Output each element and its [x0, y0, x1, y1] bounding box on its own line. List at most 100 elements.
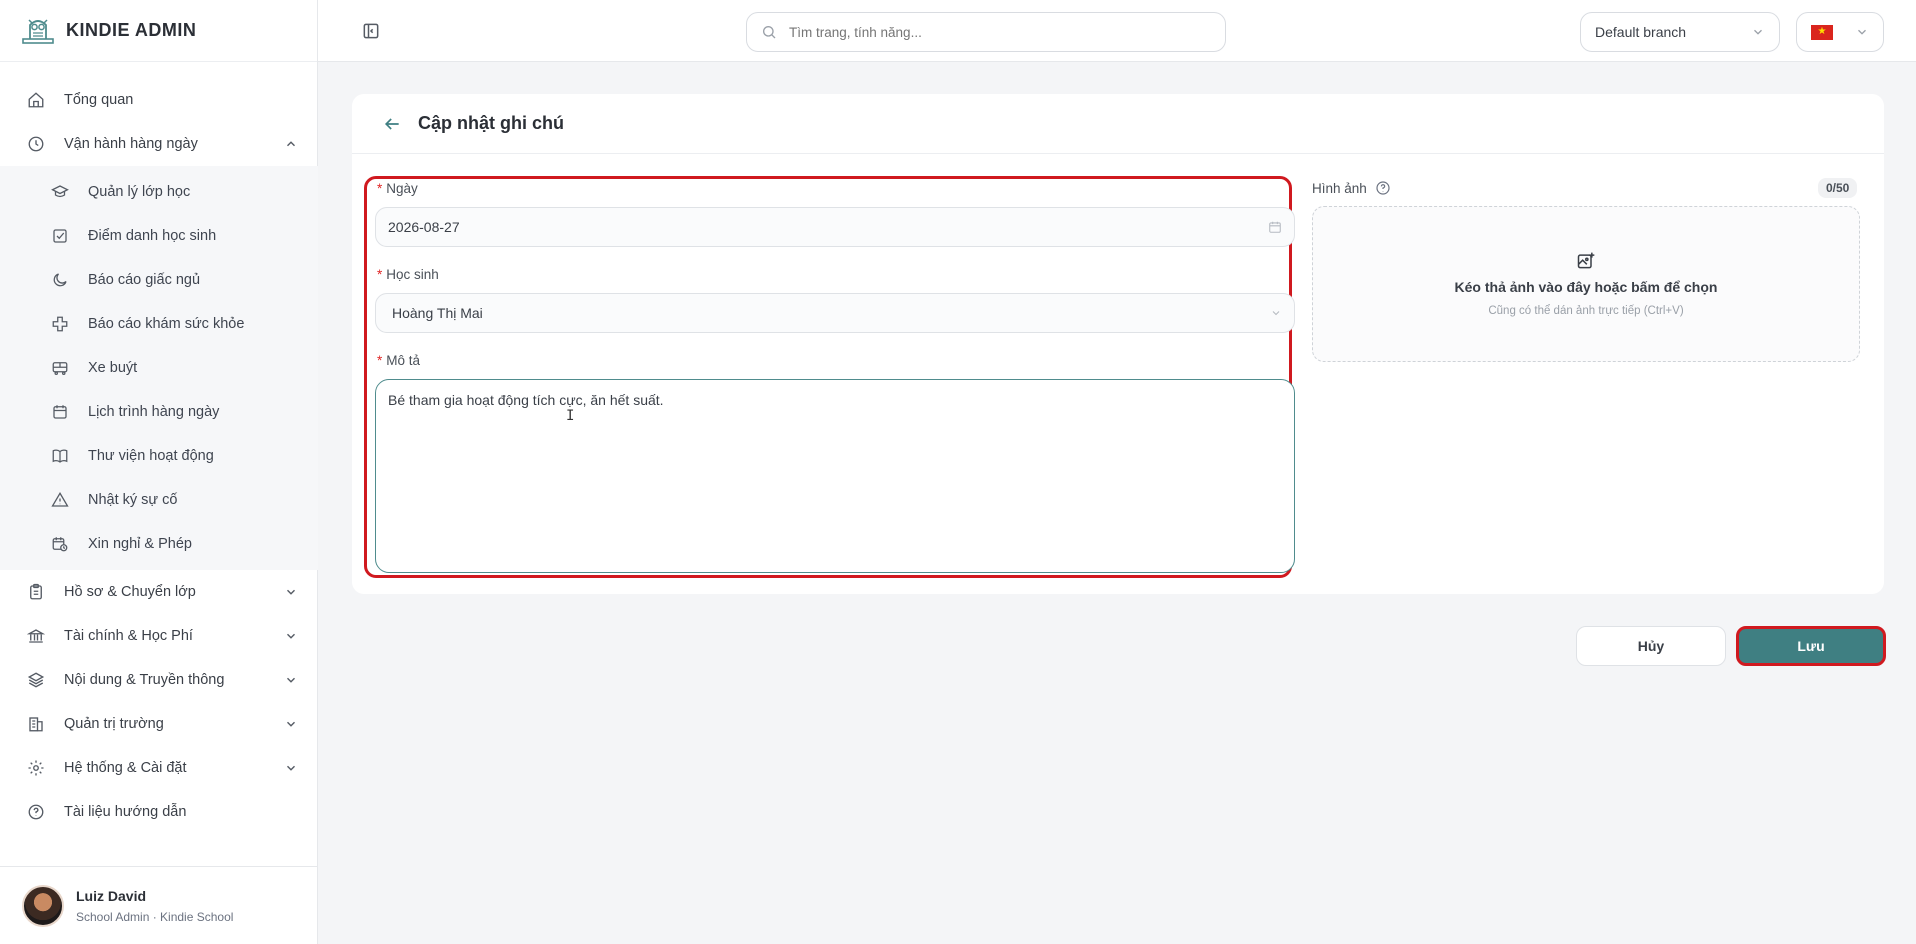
search-box[interactable] [746, 12, 1226, 52]
sidebar-item-daily-operations[interactable]: Vận hành hàng ngày [0, 122, 318, 166]
sidebar-item-attendance[interactable]: Điểm danh học sinh [0, 214, 318, 258]
student-label: * Học sinh [377, 267, 439, 282]
chevron-up-icon [287, 141, 295, 147]
images-label: Hình ảnh [1312, 180, 1391, 196]
sidebar-item-documentation[interactable]: Tài liệu hướng dẫn [0, 790, 318, 834]
bus-icon [50, 358, 70, 378]
vietnam-flag-icon: ★ [1811, 24, 1833, 40]
topbar: Default branch ★ [318, 0, 1916, 62]
calendar-clock-icon [50, 534, 70, 554]
sidebar-item-school-admin[interactable]: Quản trị trường [0, 702, 318, 746]
required-marker: * [377, 267, 383, 282]
sidebar-item-system-settings[interactable]: Hệ thống & Cài đặt [0, 746, 318, 790]
clock-icon [26, 134, 46, 154]
sidebar-item-records-transfer[interactable]: Hồ sơ & Chuyển lớp [0, 570, 318, 614]
sidebar-item-health-report[interactable]: Báo cáo khám sức khỏe [0, 302, 318, 346]
sidebar-item-content-media[interactable]: Nội dung & Truyền thông [0, 658, 318, 702]
sidebar-toggle-icon[interactable] [361, 21, 381, 41]
sidebar-item-overview[interactable]: Tổng quan [0, 78, 318, 122]
date-value: 2026-08-27 [388, 219, 460, 235]
chevron-down-icon [287, 633, 295, 639]
chevron-down-icon [287, 677, 295, 683]
user-profile[interactable]: Luiz David School Admin · Kindie School [0, 866, 318, 944]
sidebar-item-label: Hồ sơ & Chuyển lớp [64, 584, 196, 600]
dropzone-subtitle: Cũng có thể dán ảnh trực tiếp (Ctrl+V) [1488, 305, 1684, 317]
description-label: * Mô tả [377, 353, 421, 368]
sidebar-item-label: Vận hành hàng ngày [64, 136, 198, 152]
sidebar-item-finance[interactable]: Tài chính & Học Phí [0, 614, 318, 658]
image-dropzone[interactable]: Kéo thả ảnh vào đây hoặc bấm để chọn Cũn… [1312, 206, 1860, 362]
note-edit-card: Cập nhật ghi chú * Ngày 2026-08-27 * Học s… [352, 94, 1884, 594]
chevron-down-icon [1272, 311, 1280, 316]
sidebar-item-label: Xin nghỉ & Phép [88, 536, 192, 552]
sidebar-item-label: Quản trị trường [64, 716, 164, 732]
back-arrow-icon[interactable] [382, 114, 402, 134]
page-title: Cập nhật ghi chú [418, 113, 564, 133]
user-name: Luiz David [76, 887, 147, 904]
chevron-down-icon [1858, 29, 1866, 35]
date-picker[interactable]: 2026-08-27 [375, 207, 1295, 247]
chevron-down-icon [287, 721, 295, 727]
search-input[interactable] [787, 23, 1207, 41]
card-header: Cập nhật ghi chú [352, 94, 1884, 154]
sidebar-item-label: Nhật ký sự cố [88, 492, 178, 508]
cancel-button[interactable]: Hủy [1576, 626, 1726, 666]
sidebar-item-class-management[interactable]: Quản lý lớp học [0, 170, 318, 214]
sidebar: KINDIE ADMIN Tổng quan Vận hành hàng ngà… [0, 0, 318, 944]
search-icon [763, 26, 776, 39]
gear-icon [26, 758, 46, 778]
sidebar-item-label: Điểm danh học sinh [88, 228, 217, 244]
date-label: * Ngày [377, 181, 418, 196]
warning-icon [50, 490, 70, 510]
graduation-cap-icon [50, 182, 70, 202]
sidebar-item-activity-library[interactable]: Thư viện hoạt động [0, 434, 318, 478]
dropzone-title: Kéo thả ảnh vào đây hoặc bấm để chọn [1454, 279, 1718, 295]
brand-name: KINDIE ADMIN [66, 20, 197, 40]
sidebar-item-label: Tổng quan [64, 92, 134, 108]
required-marker: * [377, 353, 383, 368]
check-square-icon [50, 226, 70, 246]
help-circle-icon [26, 802, 46, 822]
clipboard-icon [26, 582, 46, 602]
help-circle-icon[interactable] [1375, 180, 1391, 196]
building-icon [26, 714, 46, 734]
description-textarea[interactable]: Bé tham gia hoạt động tích cực, ăn hết s… [375, 379, 1295, 573]
bank-icon [26, 626, 46, 646]
avatar [22, 884, 64, 927]
sidebar-item-label: Quản lý lớp học [88, 184, 191, 200]
branch-select[interactable]: Default branch [1580, 12, 1780, 52]
chevron-down-icon [287, 589, 295, 595]
description-value: Bé tham gia hoạt động tích cực, ăn hết s… [388, 392, 664, 408]
brand[interactable]: KINDIE ADMIN [0, 0, 317, 62]
image-add-icon [1577, 252, 1595, 269]
calendar-icon [50, 402, 70, 422]
user-role: School Admin · Kindie School [76, 909, 234, 924]
chevron-down-icon [287, 765, 295, 771]
sidebar-item-label: Hệ thống & Cài đặt [64, 760, 187, 776]
student-select[interactable]: Hoàng Thị Mai [375, 293, 1295, 333]
text-cursor-icon: I [566, 408, 575, 424]
sidebar-item-label: Thư viện hoạt động [88, 448, 214, 464]
home-icon [26, 90, 46, 110]
language-select[interactable]: ★ [1796, 12, 1884, 52]
sidebar-item-leave-requests[interactable]: Xin nghỉ & Phép [0, 522, 318, 566]
layers-icon [26, 670, 46, 690]
daily-operations-submenu: Quản lý lớp học Điểm danh học sinh Báo c… [0, 166, 318, 570]
sidebar-item-label: Tài chính & Học Phí [64, 628, 193, 644]
sidebar-item-daily-schedule[interactable]: Lịch trình hàng ngày [0, 390, 318, 434]
owl-logo-icon [22, 18, 54, 44]
save-button[interactable]: Lưu [1736, 626, 1886, 666]
sidebar-nav: Tổng quan Vận hành hàng ngày Quản lý lớp… [0, 78, 318, 834]
sidebar-item-bus[interactable]: Xe buýt [0, 346, 318, 390]
sidebar-item-label: Tài liệu hướng dẫn [64, 804, 187, 820]
sidebar-item-label: Xe buýt [88, 360, 138, 376]
sidebar-item-sleep-report[interactable]: Báo cáo giấc ngủ [0, 258, 318, 302]
sidebar-item-label: Báo cáo giấc ngủ [88, 272, 201, 288]
calendar-icon [1269, 221, 1281, 233]
branch-value: Default branch [1595, 24, 1687, 40]
sidebar-item-label: Nội dung & Truyền thông [64, 672, 225, 688]
book-icon [50, 446, 70, 466]
note-form: * Ngày 2026-08-27 * Học sinh Hoàng Thị Mai… [364, 176, 1295, 578]
sidebar-item-incident-log[interactable]: Nhật ký sự cố [0, 478, 318, 522]
student-value: Hoàng Thị Mai [392, 305, 483, 321]
